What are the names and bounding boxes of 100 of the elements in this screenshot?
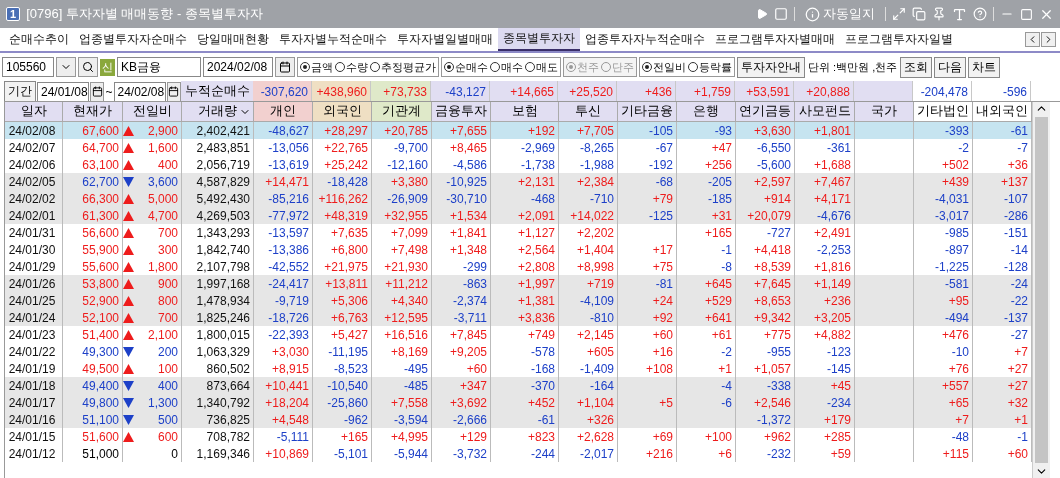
font-icon[interactable] [952, 6, 967, 22]
info-icon [805, 6, 820, 22]
table-row[interactable]: 24/01/25 52,900 800 1,478,934 -9,719 +5,306 +4,340 -2,374 +1,381 -4,109 +24 +529 +8,653 +236 +95 -22 [5, 292, 1032, 309]
column-header[interactable]: 은행 [677, 102, 736, 122]
down-triangle-icon [123, 176, 134, 187]
from-date-field[interactable]: 24/01/08 [37, 81, 89, 102]
period-button[interactable]: 기간 [4, 81, 36, 102]
investor-guide-button[interactable]: 투자자안내 [737, 56, 805, 78]
scrollbar[interactable] [1032, 102, 1050, 478]
maximize-icon[interactable] [1020, 7, 1033, 21]
table-cell: +10,869 [254, 445, 313, 462]
total-value: +25,520 [558, 81, 617, 102]
table-row[interactable]: 24/01/26 53,800 900 1,997,168 -24,417 +13,811 +11,212 -863 +1,997 +719 -81 +645 +7,645 +1,149 -581 -24 [5, 275, 1032, 292]
column-header[interactable]: 기타법인 [914, 102, 973, 122]
scroll-left-button[interactable] [1025, 32, 1040, 47]
table-cell: +59 [795, 445, 855, 462]
search-button[interactable] [78, 57, 98, 77]
pin-icon[interactable] [932, 7, 946, 21]
column-header[interactable]: 외국인 [313, 102, 372, 122]
radio-option[interactable]: 수량 [335, 59, 368, 75]
column-header[interactable]: 보험 [491, 102, 559, 122]
stock-code-field[interactable]: 105560 [2, 57, 54, 77]
table-cell: -244 [491, 445, 559, 462]
scroll-thumb[interactable] [1035, 117, 1048, 463]
table-cell: +216 [618, 445, 677, 462]
table-cell: 900 [157, 276, 178, 291]
calendar-button[interactable] [166, 81, 181, 102]
table-cell: -3,732 [432, 445, 491, 462]
table-cell: 700 [157, 225, 178, 240]
scroll-right-button[interactable] [1041, 32, 1056, 47]
up-triangle-icon [123, 431, 134, 442]
date-field[interactable]: 2024/02/08 [203, 57, 273, 77]
column-header[interactable]: 현재가 [63, 102, 123, 122]
radio-option[interactable]: 금액 [300, 59, 333, 75]
table-cell: -232 [736, 445, 795, 462]
column-header[interactable]: 사모펀드 [795, 102, 855, 122]
search-icon [82, 61, 94, 73]
table-cell: 51,000 [63, 445, 123, 462]
table-cell: 700 [157, 310, 178, 325]
radio-option[interactable]: 매수 [490, 59, 523, 75]
help-icon[interactable] [973, 7, 987, 21]
up-triangle-icon [123, 363, 134, 374]
calendar-icon [279, 61, 291, 73]
action-button[interactable]: 차트 [968, 56, 1001, 78]
total-value: +438,960 [312, 81, 371, 102]
column-header[interactable]: 연기금등 [736, 102, 795, 122]
up-triangle-icon [123, 210, 134, 221]
radio-option[interactable]: 매도 [525, 59, 558, 75]
column-header[interactable]: 거래량 [182, 102, 254, 122]
table-cell: 500 [157, 412, 178, 427]
column-header[interactable]: 금융투자 [432, 102, 491, 122]
table-cell: 400 [157, 378, 178, 393]
column-header[interactable]: 내외국인 [973, 102, 1032, 122]
calendar-button[interactable] [275, 57, 295, 77]
column-header[interactable]: 일자 [5, 102, 63, 122]
column-header[interactable]: 개인 [254, 102, 313, 122]
up-triangle-icon [123, 329, 134, 340]
up-triangle-icon [123, 295, 134, 306]
table-cell: -5,101 [313, 445, 372, 462]
table-cell: 1,800 [147, 259, 178, 274]
column-header[interactable]: 전일비 [123, 102, 182, 122]
table-cell: -5,944 [372, 445, 432, 462]
action-button[interactable]: 조회 [900, 56, 933, 78]
radio-option[interactable]: 등락률 [688, 59, 732, 75]
down-triangle-icon [123, 346, 134, 357]
calendar-button[interactable] [90, 81, 105, 102]
table-row[interactable]: 24/01/16 51,100 500 736,825 +4,548 -962 -3,594 -2,666 -61 +326 -1,372 +179 +7 +1 [5, 411, 1032, 428]
column-header[interactable]: 투신 [559, 102, 618, 122]
table-row[interactable]: 24/02/02 66,300 5,000 5,492,430 -85,216 +116,262 -26,909 -30,710 -468 -710 +79 -185 +914 +4,171 -4,031 -107 [5, 190, 1032, 207]
table-cell: 1,600 [147, 140, 178, 155]
up-triangle-icon [123, 278, 134, 289]
table-row[interactable]: 24/01/18 49,400 400 873,664 +10,441 -10,540 -485 +347 -370 -164 -4 -338 +45 +557 +27 [5, 377, 1032, 394]
calendar-icon [168, 86, 180, 97]
to-date-field[interactable]: 24/02/08 [113, 81, 166, 102]
column-header[interactable]: 국가 [855, 102, 914, 122]
total-value: +73,733 [371, 81, 431, 102]
table-row[interactable]: 24/02/08 67,600 2,900 2,402,421 -48,627 +28,297 +20,785 +7,655 +192 +7,705 -105 -93 +3,630 +1,801 -393 -61 [5, 122, 1032, 139]
table-cell: 5,000 [147, 191, 178, 206]
table-row[interactable]: 24/02/05 62,700 3,600 4,587,829 +14,471 -18,428 +3,380 -10,925 +2,131 +2,384 -68 -205 +2,597 +7,467 +439 +137 [5, 173, 1032, 190]
table-cell: 2,100 [147, 327, 178, 342]
table-cell: 400 [157, 157, 178, 172]
square-icon[interactable] [774, 7, 788, 21]
total-value: +436 [617, 81, 676, 102]
radio-option[interactable]: 추정평균가 [370, 59, 436, 75]
up-triangle-icon [123, 159, 134, 170]
play-icon[interactable] [756, 8, 768, 20]
column-header[interactable]: 기관계 [372, 102, 432, 122]
down-triangle-icon [123, 414, 134, 425]
stock-name-field[interactable]: KB금융 [117, 57, 201, 77]
radio-option[interactable]: 전일비 [642, 59, 686, 75]
window-title: [0796] 투자자별 매매동향 - 종목별투자자 [26, 5, 265, 23]
radio-option[interactable]: 순매수 [444, 59, 488, 75]
table-row[interactable]: 24/01/24 52,100 700 1,825,246 -18,726 +6,763 +12,595 -3,711 +3,836 -810 +92 +641 +9,342 +3,205 -494 -137 [5, 309, 1032, 326]
table-row[interactable]: 24/01/17 49,800 1,300 1,340,792 +18,204 -25,860 +7,558 +3,692 +452 +1,104 +5 -6 +2,546 -234 +65 +32 [5, 394, 1032, 411]
copy-icon[interactable] [912, 7, 926, 21]
up-triangle-icon [123, 261, 134, 272]
table-row[interactable]: 24/02/01 61,300 4,700 4,269,503 -77,972 +48,319 +32,955 +1,534 +2,091 +14,022 -125 +31 +20,079 -4,676 -3,017 -286 [5, 207, 1032, 224]
action-button[interactable]: 다음 [934, 56, 967, 78]
tab[interactable]: 종목별투자자 [498, 28, 580, 51]
column-header[interactable]: 기타금융 [618, 102, 677, 122]
